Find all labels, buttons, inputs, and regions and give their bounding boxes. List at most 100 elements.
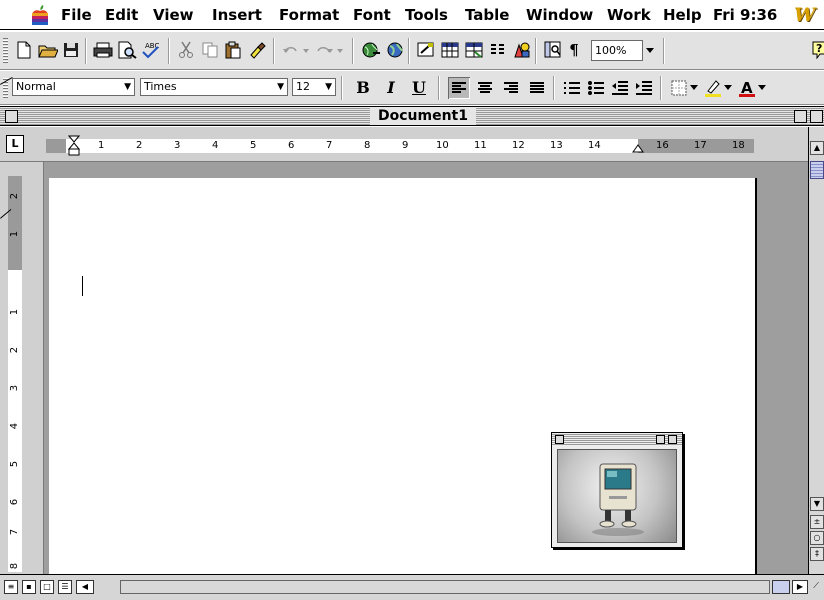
paste-clipboard-icon[interactable] xyxy=(222,39,244,61)
scroll-left-arrow-icon[interactable]: ◀ xyxy=(76,580,94,594)
borders-dropdown-arrow-icon[interactable] xyxy=(688,77,700,99)
spelling-check-icon[interactable]: ABC xyxy=(140,39,162,61)
vertical-scrollbar[interactable]: ▲ ▼ ± ○ ‡ xyxy=(808,127,824,574)
numbered-list-icon[interactable] xyxy=(561,77,583,99)
menu-work[interactable]: Work xyxy=(607,5,651,25)
menubar-clock[interactable]: Fri 9:36 xyxy=(713,5,777,25)
font-size-select[interactable]: 12 ▼ xyxy=(292,78,336,96)
scroll-down-arrow-icon[interactable]: ▼ xyxy=(810,497,824,511)
normal-view-icon[interactable]: ≡ xyxy=(4,580,18,594)
document-map-icon[interactable] xyxy=(542,39,564,61)
columns-icon[interactable] xyxy=(487,39,509,61)
style-select[interactable]: Normal ▼ xyxy=(12,78,135,96)
align-center-icon[interactable] xyxy=(474,77,496,99)
redo-icon[interactable] xyxy=(315,39,347,61)
copy-icon[interactable] xyxy=(199,39,221,61)
highlight-icon[interactable] xyxy=(702,77,724,99)
scroll-thumb[interactable] xyxy=(810,161,824,179)
close-box-icon[interactable] xyxy=(5,110,18,123)
italic-button[interactable]: I xyxy=(380,77,402,99)
ruler-label: 2 xyxy=(9,346,20,354)
vertical-ruler[interactable]: 2 1 1 2 3 4 5 6 7 8 xyxy=(0,162,44,574)
menu-view[interactable]: View xyxy=(153,5,194,25)
ruler-label: 1 xyxy=(9,230,20,238)
office-assistant-window[interactable] xyxy=(551,432,683,548)
font-color-icon[interactable]: A xyxy=(736,77,758,99)
scroll-right-arrow-icon[interactable]: ▶ xyxy=(792,580,808,594)
justify-icon[interactable] xyxy=(526,77,548,99)
undo-icon[interactable] xyxy=(281,39,313,61)
ruler-label: 6 xyxy=(288,140,295,151)
assistant-collapse-box-icon[interactable] xyxy=(668,435,677,444)
drawing-toolbar-icon[interactable] xyxy=(511,39,533,61)
new-document-icon[interactable] xyxy=(13,39,35,61)
word-app-icon[interactable]: W xyxy=(794,3,822,27)
ruler-label: 6 xyxy=(9,498,20,506)
font-color-dropdown-arrow-icon[interactable] xyxy=(756,77,768,99)
scroll-up-arrow-icon[interactable]: ▲ xyxy=(810,141,824,155)
toolbar-grip[interactable] xyxy=(3,38,8,63)
menu-window[interactable]: Window xyxy=(526,5,593,25)
insert-hyperlink-icon[interactable] xyxy=(360,39,382,61)
zoom-box-icon[interactable] xyxy=(794,110,807,123)
right-indent-marker-icon[interactable] xyxy=(632,141,644,153)
document-title-bar[interactable]: Document1 xyxy=(0,106,824,126)
insert-table-icon[interactable] xyxy=(439,39,461,61)
font-select[interactable]: Times ▼ xyxy=(140,78,288,96)
menu-help[interactable]: Help xyxy=(663,5,702,25)
zoom-select[interactable]: 100% xyxy=(591,40,643,61)
borders-icon[interactable] xyxy=(668,77,690,99)
align-left-icon[interactable] xyxy=(448,77,470,99)
menu-format[interactable]: Format xyxy=(279,5,339,25)
font-size-value: 12 xyxy=(296,80,310,93)
assistant-zoom-box-icon[interactable] xyxy=(656,435,665,444)
collapse-box-icon[interactable] xyxy=(810,110,823,123)
decrease-indent-icon[interactable] xyxy=(609,77,631,99)
ruler-label: 3 xyxy=(9,384,20,392)
increase-indent-icon[interactable] xyxy=(633,77,655,99)
cut-scissors-icon[interactable] xyxy=(175,39,197,61)
online-layout-view-icon[interactable]: ▪ xyxy=(22,580,36,594)
style-value: Normal xyxy=(16,80,56,93)
assistant-close-box-icon[interactable] xyxy=(555,435,564,444)
align-right-icon[interactable] xyxy=(500,77,522,99)
underline-button[interactable]: U xyxy=(408,77,430,99)
select-browse-object-icon[interactable]: ○ xyxy=(810,531,824,545)
office-assistant-help-icon[interactable]: ? xyxy=(808,39,824,61)
horizontal-ruler[interactable]: L 1 2 3 4 5 6 7 8 9 10 11 12 13 14 16 17… xyxy=(0,127,808,162)
next-page-icon[interactable]: ‡ xyxy=(810,547,824,561)
previous-page-icon[interactable]: ± xyxy=(810,515,824,529)
assistant-animation-pane[interactable] xyxy=(557,449,677,543)
menu-file[interactable]: File xyxy=(61,5,92,25)
print-preview-icon[interactable] xyxy=(116,39,138,61)
bold-button[interactable]: B xyxy=(352,77,374,99)
page-layout-view-icon[interactable]: □ xyxy=(40,580,54,594)
apple-menu-icon[interactable] xyxy=(30,4,50,26)
highlight-dropdown-arrow-icon[interactable] xyxy=(722,77,734,99)
first-line-indent-marker-icon[interactable] xyxy=(68,135,80,157)
insert-excel-worksheet-icon[interactable] xyxy=(463,39,485,61)
horizontal-scroll-thumb[interactable] xyxy=(772,580,790,594)
show-hide-paragraph-icon[interactable]: ¶ xyxy=(563,39,585,61)
save-disk-icon[interactable] xyxy=(60,39,82,61)
ruler-label: 5 xyxy=(250,140,257,151)
menu-table[interactable]: Table xyxy=(465,5,509,25)
horizontal-scroll-track[interactable] xyxy=(120,580,770,594)
print-icon[interactable] xyxy=(92,39,114,61)
resize-grip-icon[interactable]: ⟋ xyxy=(810,580,822,594)
tables-borders-icon[interactable] xyxy=(415,39,437,61)
tab-stop-selector-button[interactable]: L xyxy=(6,135,24,153)
web-toolbar-icon[interactable] xyxy=(384,39,406,61)
assistant-title-bar[interactable] xyxy=(552,433,682,446)
menu-font[interactable]: Font xyxy=(353,5,391,25)
zoom-value: 100% xyxy=(595,44,627,57)
outline-view-icon[interactable]: ☰ xyxy=(58,580,72,594)
menu-tools[interactable]: Tools xyxy=(405,5,448,25)
format-painter-icon[interactable] xyxy=(246,39,268,61)
menu-edit[interactable]: Edit xyxy=(105,5,138,25)
menu-insert[interactable]: Insert xyxy=(212,5,262,25)
bulleted-list-icon[interactable] xyxy=(585,77,607,99)
zoom-dropdown-arrow-icon[interactable] xyxy=(643,40,657,61)
open-folder-icon[interactable] xyxy=(37,39,59,61)
ruler-label: 3 xyxy=(174,140,181,151)
